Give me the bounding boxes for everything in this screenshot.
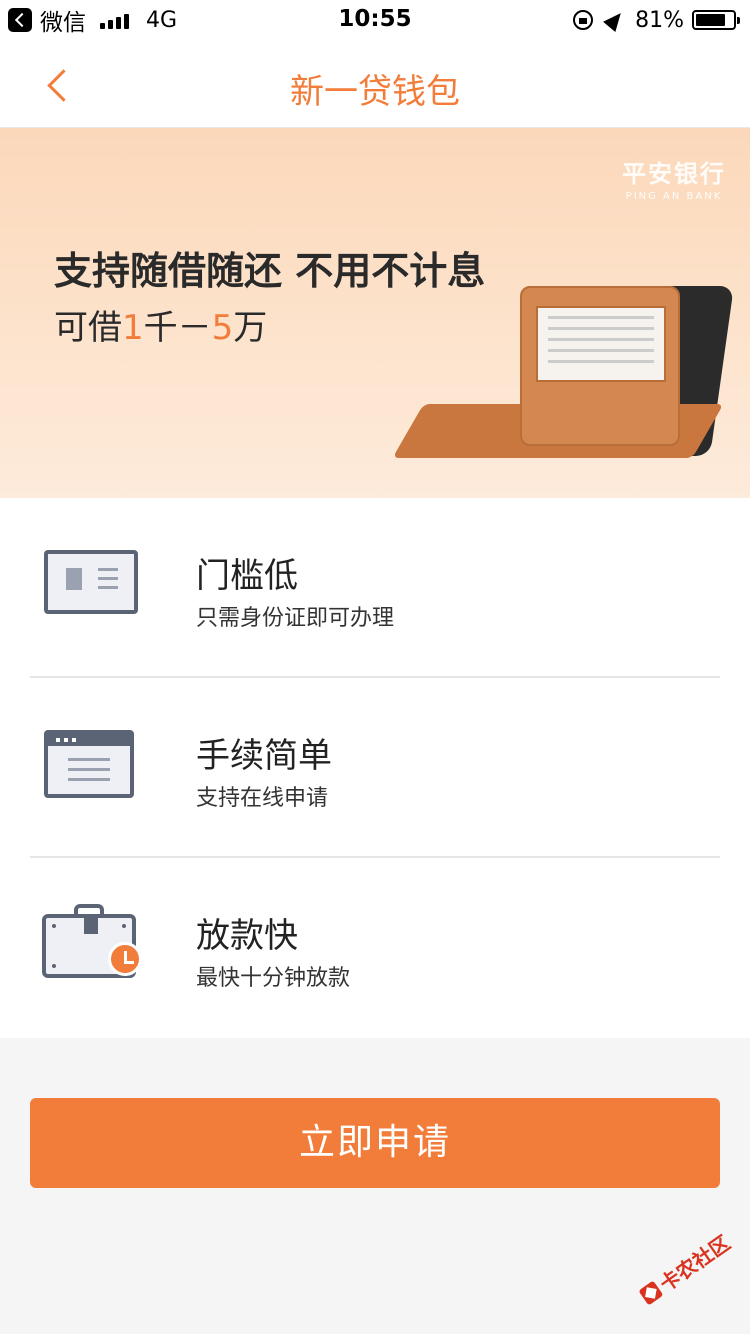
watermark: 卡农社区	[635, 1227, 735, 1309]
status-right: 81%	[573, 6, 740, 34]
feature-item-fast-payout: 放款快 最快十分钟放款	[0, 858, 750, 1038]
location-arrow-icon	[603, 7, 628, 33]
id-card-icon	[44, 550, 138, 614]
status-bar: 微信 4G 10:55 81%	[0, 0, 750, 40]
loan-range-min: 1	[122, 308, 144, 348]
briefcase-clock-icon	[42, 904, 142, 978]
feature-desc: 支持在线申请	[196, 786, 329, 811]
wallet-illustration	[392, 278, 734, 468]
loan-range-mid: 千－	[143, 308, 212, 348]
feature-item-simple-process: 手续简单 支持在线申请	[0, 678, 750, 858]
feature-desc: 最快十分钟放款	[196, 966, 351, 991]
loan-range-prefix: 可借	[54, 308, 122, 348]
wallet-card-window	[536, 306, 666, 382]
feature-title: 手续简单	[196, 736, 332, 776]
rotation-lock-icon	[573, 10, 594, 30]
apply-now-button[interactable]: 立即申请	[30, 1098, 720, 1188]
banner-subline: 可借1千－5万	[54, 300, 267, 349]
feature-title: 放款快	[196, 916, 298, 956]
feature-title: 门槛低	[196, 556, 298, 596]
promo-banner: 平安银行 PING AN BANK 支持随借随还 不用不计息 可借1千－5万	[0, 128, 750, 498]
clock-icon	[108, 942, 142, 976]
browser-window-icon	[44, 730, 134, 798]
feature-item-low-threshold: 门槛低 只需身份证即可办理	[0, 498, 750, 678]
loan-range-max: 5	[211, 308, 234, 348]
battery-percent: 81%	[635, 7, 684, 33]
feature-list: 门槛低 只需身份证即可办理 手续简单 支持在线申请 放款快 最快十分钟放款	[0, 498, 750, 1038]
bank-logo: 平安银行 PING AN BANK	[622, 154, 726, 202]
wallet-front	[520, 286, 680, 446]
bank-logo-cn: 平安银行	[622, 160, 726, 188]
loan-range-suffix: 万	[233, 308, 268, 348]
bank-logo-en: PING AN BANK	[625, 191, 723, 202]
feature-desc: 只需身份证即可办理	[196, 606, 395, 631]
page-title: 新一贷钱包	[290, 72, 460, 112]
nav-bar: 新一贷钱包	[0, 40, 750, 128]
battery-level	[696, 14, 726, 26]
watermark-text: 卡农社区	[655, 1230, 735, 1297]
battery-icon	[692, 10, 740, 30]
